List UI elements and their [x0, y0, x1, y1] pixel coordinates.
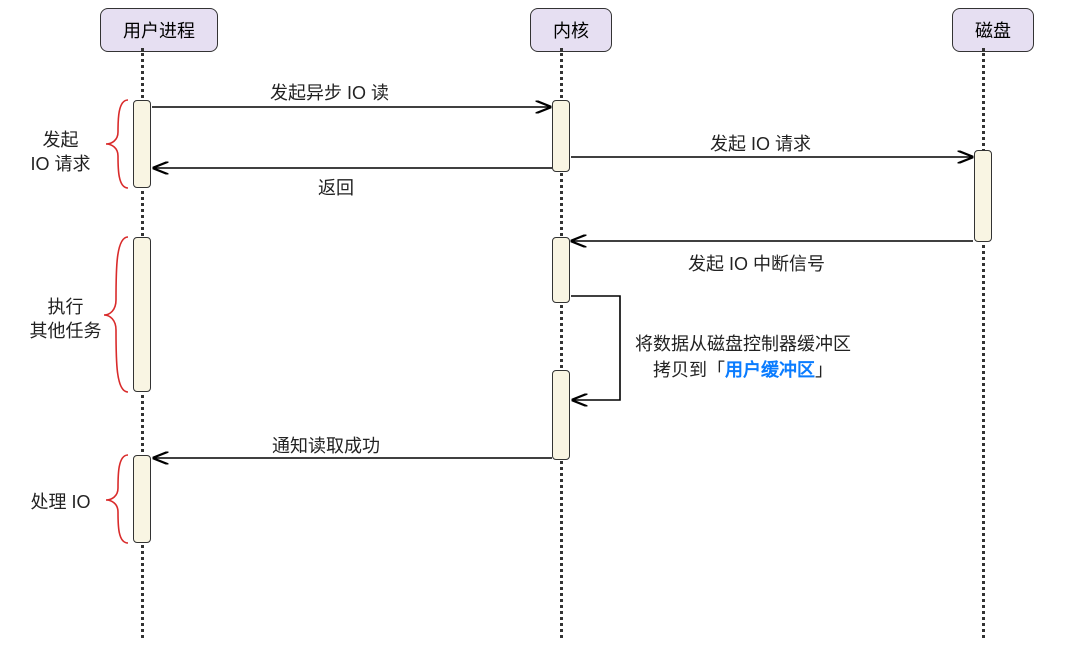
msg-copy-data: 将数据从磁盘控制器缓冲区 拷贝到「用户缓冲区」	[635, 330, 851, 382]
activation-user-1	[133, 100, 151, 188]
participant-user-process: 用户进程	[100, 8, 218, 52]
brace-handle-io	[106, 455, 128, 543]
participant-kernel: 内核	[530, 8, 612, 52]
activation-kernel-2	[552, 237, 570, 303]
brace-request-io	[106, 100, 128, 188]
side-label-request-io: 发起 IO 请求	[18, 128, 103, 177]
activation-user-2	[133, 237, 151, 392]
msg-notify-success: 通知读取成功	[272, 432, 380, 458]
sequence-diagram: 用户进程 内核 磁盘 发起 IO 请求 执行 其他任务 处理 IO 发起异步 I…	[0, 0, 1080, 647]
msg-return: 返回	[318, 174, 354, 200]
activation-disk-1	[974, 150, 992, 242]
lifeline-disk	[982, 48, 985, 638]
msg-io-interrupt: 发起 IO 中断信号	[688, 250, 825, 276]
activation-user-3	[133, 455, 151, 543]
arrows-layer	[0, 0, 1080, 647]
activation-kernel-3	[552, 370, 570, 460]
msg-io-request: 发起 IO 请求	[710, 130, 811, 156]
msg-async-read: 发起异步 IO 读	[270, 79, 389, 105]
participant-disk: 磁盘	[952, 8, 1034, 52]
arrow-kernel-self-copy	[571, 296, 620, 400]
side-label-other-tasks: 执行 其他任务	[18, 295, 113, 344]
side-label-handle-io: 处理 IO	[18, 490, 103, 514]
activation-kernel-1	[552, 100, 570, 172]
